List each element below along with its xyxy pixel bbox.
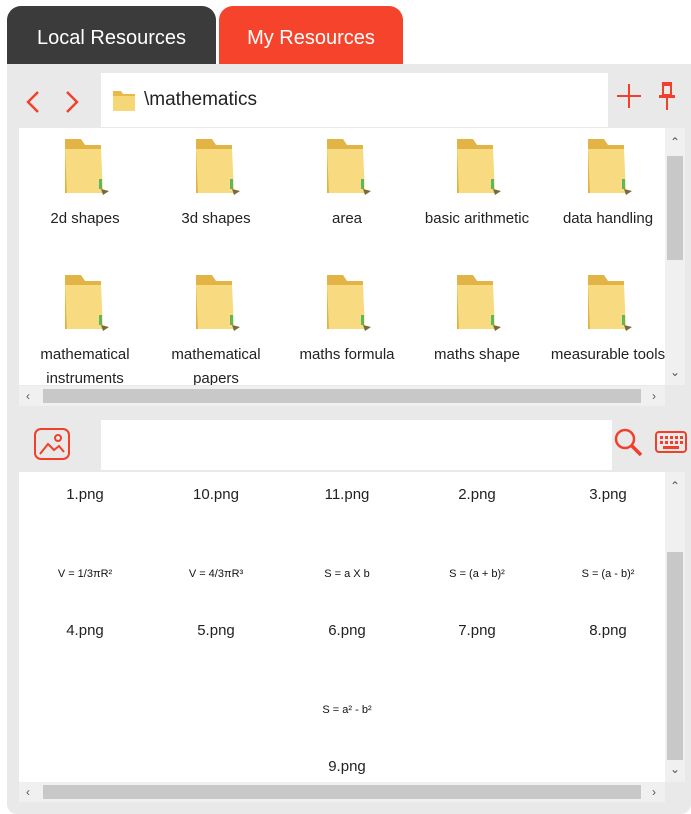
image-name: 6.png — [328, 622, 366, 639]
image-item[interactable]: 8.png — [543, 622, 665, 639]
chevron-right-icon — [66, 91, 79, 113]
image-item[interactable]: 5.png — [151, 622, 281, 639]
scroll-up-icon[interactable]: ⌃ — [668, 136, 682, 148]
image-grid: 1.png 10.png 11.png 2.png 3.png V = 1/3π… — [19, 472, 665, 782]
image-horizontal-scrollbar[interactable]: ‹ › — [19, 782, 665, 802]
folder-item[interactable]: maths formula — [282, 267, 412, 367]
scroll-left-icon[interactable]: ‹ — [21, 390, 35, 402]
image-name: 9.png — [328, 758, 366, 775]
image-name: 2.png — [458, 486, 496, 503]
folder-item[interactable]: 2d shapes — [20, 131, 150, 231]
folder-icon — [588, 275, 632, 331]
folder-label: maths formula — [299, 346, 395, 363]
folder-icon — [457, 275, 501, 331]
scroll-thumb[interactable] — [667, 552, 683, 760]
plus-icon — [617, 84, 641, 108]
search-button[interactable] — [613, 427, 643, 457]
folder-icon — [588, 139, 632, 195]
folder-label: mathematical instruments — [40, 346, 130, 385]
add-button[interactable] — [614, 81, 644, 111]
folder-horizontal-scrollbar[interactable]: ‹ › — [19, 386, 665, 406]
image-item[interactable]: 6.png — [282, 622, 412, 639]
scroll-left-icon[interactable]: ‹ — [21, 786, 35, 798]
folder-icon — [65, 275, 109, 331]
image-icon — [34, 428, 70, 460]
image-name: 11.png — [324, 486, 370, 503]
scroll-thumb[interactable] — [667, 156, 683, 260]
folder-item[interactable]: mathematical instruments — [20, 267, 150, 385]
search-input[interactable] — [101, 420, 612, 470]
back-button[interactable] — [24, 88, 42, 116]
folder-label: data handling — [562, 210, 654, 227]
scroll-right-icon[interactable]: › — [647, 786, 661, 798]
image-item[interactable]: 1.png — [20, 486, 150, 503]
image-item[interactable]: 7.png — [412, 622, 542, 639]
keyboard-icon — [655, 431, 687, 453]
image-item[interactable]: 10.png — [151, 486, 281, 503]
folder-item[interactable]: measurable tools — [543, 267, 665, 367]
folder-icon — [327, 275, 371, 331]
tab-my-resources[interactable]: My Resources — [219, 6, 403, 64]
folder-item[interactable]: maths shape — [412, 267, 542, 367]
resource-browser: Local Resources My Resources \mathematic… — [7, 6, 691, 814]
folder-item[interactable]: basic arithmetic — [412, 131, 542, 231]
scroll-down-icon[interactable]: ⌄ — [668, 763, 682, 775]
folder-label: 3d shapes — [181, 210, 251, 227]
pin-button[interactable] — [654, 80, 680, 114]
folder-item[interactable]: data handling — [543, 131, 665, 231]
folder-icon — [196, 139, 240, 195]
folder-icon — [113, 91, 135, 111]
folder-label: mathematical papers — [171, 346, 261, 385]
image-name: 10.png — [193, 486, 239, 503]
forward-button[interactable] — [63, 88, 81, 116]
keyboard-button[interactable] — [655, 431, 687, 453]
image-name: 4.png — [66, 622, 104, 639]
folder-icon — [457, 139, 501, 195]
image-name: 3.png — [589, 486, 627, 503]
folder-item[interactable]: 3d shapes — [151, 131, 281, 231]
folder-icon — [196, 275, 240, 331]
image-name: 5.png — [197, 622, 235, 639]
chevron-left-icon — [26, 91, 39, 113]
image-button[interactable] — [33, 426, 71, 462]
folder-vertical-scrollbar[interactable]: ⌃ ⌄ — [665, 128, 685, 385]
image-item[interactable]: 9.png — [282, 758, 412, 775]
resource-panel: \mathematics 2d shapes 3d shapes area ba… — [7, 64, 691, 814]
image-preview: S = a X b — [324, 568, 370, 580]
image-preview: V = 1/3πR² — [57, 568, 113, 580]
scroll-up-icon[interactable]: ⌃ — [668, 480, 682, 492]
image-preview: S = a² - b² — [322, 704, 372, 716]
folder-label: basic arithmetic — [424, 210, 530, 227]
pin-icon — [659, 82, 675, 110]
folder-label: measurable tools — [550, 346, 665, 363]
image-item[interactable]: 3.png — [543, 486, 665, 503]
path-text: \mathematics — [144, 89, 257, 110]
image-vertical-scrollbar[interactable]: ⌃ ⌄ — [665, 472, 685, 782]
path-field[interactable]: \mathematics — [101, 73, 608, 127]
image-item[interactable]: 2.png — [412, 486, 542, 503]
tab-local-resources[interactable]: Local Resources — [7, 6, 216, 64]
folder-label: maths shape — [434, 346, 520, 363]
image-preview: S = (a + b)² — [449, 568, 505, 580]
scroll-right-icon[interactable]: › — [647, 390, 661, 402]
folder-item[interactable]: mathematical papers — [151, 267, 281, 385]
folder-icon — [65, 139, 109, 195]
folder-label: 2d shapes — [50, 210, 120, 227]
scroll-thumb[interactable] — [43, 389, 641, 403]
image-name: 7.png — [458, 622, 496, 639]
scroll-down-icon[interactable]: ⌄ — [668, 366, 682, 378]
image-name: 8.png — [589, 622, 627, 639]
search-icon — [614, 428, 643, 457]
image-item[interactable]: 11.png — [282, 486, 412, 503]
image-preview: V = 4/3πR³ — [188, 568, 244, 580]
folder-grid: 2d shapes 3d shapes area basic arithmeti… — [19, 128, 665, 385]
image-name: 1.png — [66, 486, 104, 503]
folder-icon — [327, 139, 371, 195]
image-preview: S = (a - b)² — [581, 568, 635, 580]
folder-item[interactable]: area — [282, 131, 412, 231]
scroll-thumb[interactable] — [43, 785, 641, 799]
folder-label: area — [331, 210, 363, 227]
image-item[interactable]: 4.png — [20, 622, 150, 639]
